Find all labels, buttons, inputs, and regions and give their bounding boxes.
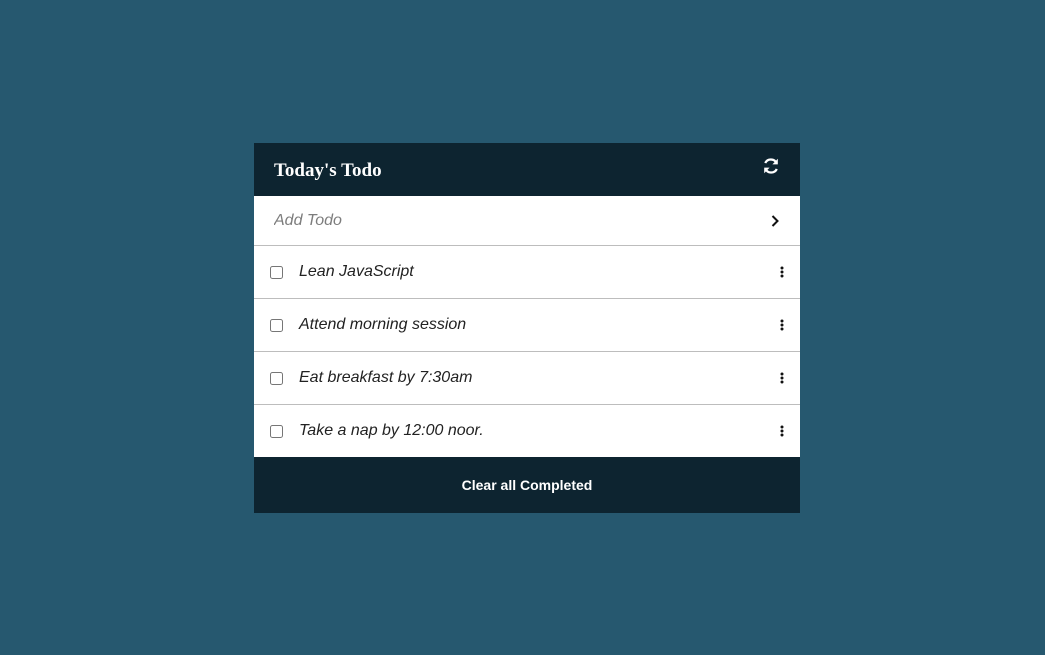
todo-item: Take a nap by 12:00 noor. — [254, 405, 800, 458]
todo-item: Eat breakfast by 7:30am — [254, 352, 800, 405]
todo-item: Lean JavaScript — [254, 246, 800, 299]
todo-footer: Clear all Completed — [254, 457, 800, 513]
todo-card: Today's Todo Lean JavaScript — [254, 143, 800, 513]
refresh-icon[interactable] — [762, 157, 780, 175]
todo-text: Eat breakfast by 7:30am — [299, 369, 473, 386]
chevron-right-icon[interactable] — [770, 214, 780, 228]
more-options-icon[interactable] — [778, 318, 786, 332]
clear-completed-button[interactable]: Clear all Completed — [462, 477, 593, 493]
more-options-icon[interactable] — [778, 424, 786, 438]
more-options-icon[interactable] — [778, 371, 786, 385]
todo-list: Lean JavaScript Attend morning session E… — [254, 246, 800, 458]
add-todo-input[interactable] — [274, 211, 734, 230]
todo-checkbox[interactable] — [270, 265, 283, 279]
todo-checkbox[interactable] — [270, 424, 283, 438]
todo-checkbox[interactable] — [270, 318, 283, 332]
todo-header: Today's Todo — [254, 143, 800, 196]
add-todo-row — [254, 196, 800, 246]
page-title: Today's Todo — [274, 159, 382, 181]
more-options-icon[interactable] — [778, 265, 786, 279]
todo-text: Take a nap by 12:00 noor. — [299, 422, 484, 439]
todo-checkbox[interactable] — [270, 371, 283, 385]
todo-item: Attend morning session — [254, 299, 800, 352]
todo-text: Lean JavaScript — [299, 263, 414, 280]
todo-text: Attend morning session — [299, 316, 467, 333]
